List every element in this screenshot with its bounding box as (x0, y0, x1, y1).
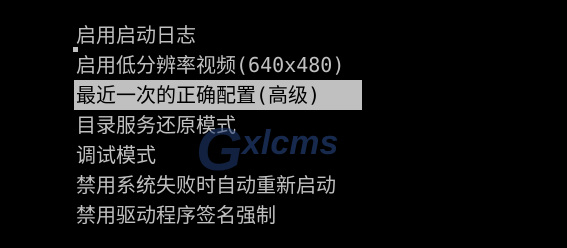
watermark-logo-letter: G (196, 118, 243, 180)
menu-item-label: 调试模式 (76, 143, 156, 167)
menu-item-label: 启用启动日志 (76, 23, 196, 47)
menu-item-label: 禁用驱动程序签名强制 (76, 203, 276, 227)
xlcms-watermark-logo: G xlcms (196, 118, 338, 180)
menu-item-disable-driver-signature-enforcement[interactable]: 禁用驱动程序签名强制 (74, 200, 454, 230)
menu-item-enable-boot-logging[interactable]: 启用启动日志 (74, 20, 454, 50)
boot-menu-screen: { "boot_menu": { "selected_index": 2, "i… (0, 0, 567, 248)
menu-item-label: 启用低分辨率视频(640x480) (76, 53, 345, 77)
menu-item-last-known-good-configuration[interactable]: 最近一次的正确配置(高级) (74, 80, 362, 110)
menu-item-enable-low-resolution-video[interactable]: 启用低分辨率视频(640x480) (74, 50, 454, 80)
watermark-text: xlcms (240, 124, 338, 162)
menu-item-label: 最近一次的正确配置(高级) (76, 83, 321, 107)
